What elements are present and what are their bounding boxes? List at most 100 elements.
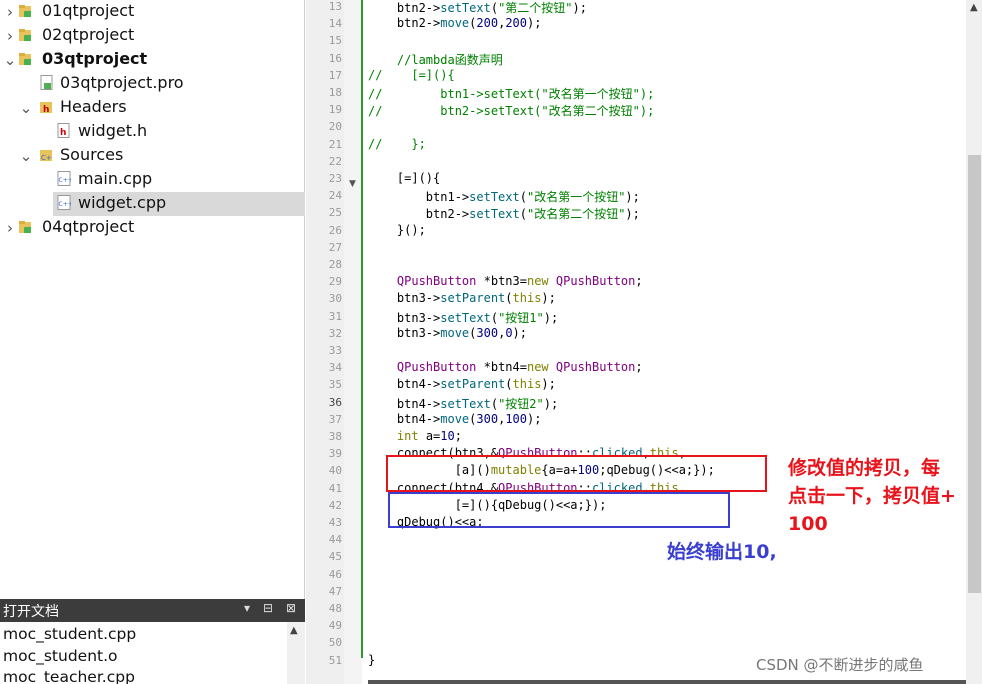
line-number: 42 [328,498,342,512]
cpp-file-icon: C++ [57,171,73,187]
code-line[interactable]: // btn2->setText("改名第二个按钮"); [368,102,654,119]
line-number: 21 [328,137,342,151]
open-documents-list: moc_student.cpp moc_student.o moc_teache… [0,622,305,684]
code-line[interactable]: btn3->setParent(this); [368,291,556,308]
fold-column: ▼ [344,0,362,684]
headers-folder-icon: h [40,99,54,115]
line-number: 51 [328,653,342,667]
code-editor[interactable]: 13 14 15 16 17 18 19 20 21 22 23 24 25 26 27 28 29 30 31 32… [306,0,982,684]
code-line[interactable]: btn3->setText("按钮1"); [368,309,558,326]
tree-item-label: Sources [60,145,124,164]
project-panel: › 01qtproject › 02qtproject ⌄ 03qtproject 03qt… [0,0,305,684]
code-line[interactable]: // [=](){ [368,68,455,85]
chevron-down-icon[interactable]: ⌄ [19,147,33,165]
line-number: 44 [328,533,342,547]
open-document-item[interactable]: moc_student.cpp [3,625,136,643]
line-number: 32 [328,326,342,340]
red-annotation-line: 点击一下，拷贝值+ [788,485,956,507]
line-number: 25 [328,206,342,220]
svg-text:h: h [60,128,66,138]
horizontal-scrollbar[interactable] [368,680,966,684]
code-line[interactable]: int a=10; [368,429,462,446]
tree-item[interactable]: C++ widget.cpp [53,192,305,216]
line-number: 15 [328,34,342,48]
code-line[interactable]: // btn1->setText("改名第一个按钮"); [368,85,654,102]
tree-item-label: 01qtproject [42,1,135,20]
tree-item-label: 03qtproject [42,49,148,68]
code-line[interactable]: }(); [368,223,426,240]
open-document-item[interactable]: moc_teacher.cpp [3,668,135,684]
close-pane-icon[interactable]: ⊠ [286,601,296,615]
tree-item[interactable]: h widget.h [0,120,305,144]
tree-item-label: Headers [60,97,127,116]
line-number: 24 [328,189,342,203]
tree-item[interactable]: › 01qtproject [0,0,305,24]
svg-text:C++: C++ [59,177,72,184]
code-line[interactable]: btn3->move(300,0); [368,326,527,343]
qt-project-folder-icon [19,3,33,19]
chevron-right-icon[interactable]: › [3,27,17,45]
tree-item[interactable]: › 02qtproject [0,24,305,48]
qt-project-folder-icon [19,51,33,67]
chevron-down-icon[interactable]: ⌄ [19,99,33,117]
tree-item[interactable]: 03qtproject.pro [0,72,305,96]
tree-item[interactable]: ⌄ C+ Sources [0,144,305,168]
code-line[interactable]: btn2->move(200,200); [368,16,542,33]
dropdown-icon[interactable]: ▾ [244,601,250,615]
tree-item-label: main.cpp [78,169,153,188]
line-number: 39 [328,447,342,461]
code-line[interactable]: btn2->setText("改名第二个按钮"); [368,205,640,222]
blue-highlight-box [388,492,730,528]
code-line[interactable]: btn4->setParent(this); [368,377,556,394]
blue-annotation: 始终输出10, [667,541,777,563]
code-line[interactable]: btn1->setText("改名第一个按钮"); [368,188,640,205]
chevron-down-icon[interactable]: ⌄ [3,51,17,69]
open-documents-scrollbar[interactable]: ▲ [287,622,305,684]
tree-item[interactable]: ⌄ 03qtproject [0,48,305,72]
line-number: 36 [328,395,342,409]
code-line[interactable]: btn2->setText("第二个按钮"); [368,0,587,16]
line-number: 13 [328,0,342,13]
fold-marker-icon[interactable]: ▼ [349,179,356,189]
red-highlight-box [386,455,767,492]
chevron-right-icon[interactable]: › [3,219,17,237]
code-area[interactable]: btn2->setText("第二个按钮"); btn2->move(200,2… [368,0,966,684]
code-line[interactable]: btn4->move(300,100); [368,412,542,429]
qt-project-folder-icon [19,27,33,43]
line-number: 46 [328,567,342,581]
cpp-file-icon: C++ [57,195,73,211]
line-number: 34 [328,361,342,375]
header-file-icon: h [57,123,71,139]
scroll-up-icon[interactable]: ▲ [970,2,978,13]
code-line[interactable]: [=](){ [368,171,440,188]
open-document-item[interactable]: moc_student.o [3,647,118,665]
qt-project-folder-icon [19,219,33,235]
line-number: 40 [328,464,342,478]
code-line[interactable]: // }; [368,137,426,154]
tree-item[interactable]: C++ main.cpp [0,168,305,192]
line-number: 50 [328,636,342,650]
tree-item[interactable]: › 04qtproject [0,216,305,240]
code-line[interactable]: QPushButton *btn3=new QPushButton; [368,274,643,291]
editor-vertical-scrollbar[interactable]: ▲ [966,0,982,684]
change-marker-bar [361,0,363,658]
code-line[interactable]: } [368,653,375,670]
chevron-right-icon[interactable]: › [3,3,17,21]
line-number: 14 [328,17,342,31]
split-icon[interactable]: ⊟ [263,601,273,615]
line-number: 16 [328,51,342,65]
line-number: 45 [328,550,342,564]
line-number: 37 [328,412,342,426]
line-number: 22 [328,154,342,168]
pro-file-icon [40,75,54,91]
line-number: 38 [328,430,342,443]
line-number: 28 [328,258,342,271]
tree-item[interactable]: ⌄ h Headers [0,96,305,120]
line-number: 29 [328,275,342,289]
svg-text:h: h [43,105,49,115]
code-line[interactable]: btn4->setText("按钮2"); [368,395,558,412]
code-line[interactable]: //lambda函数声明 [368,51,503,68]
scroll-up-icon[interactable]: ▲ [290,625,298,636]
code-line[interactable]: QPushButton *btn4=new QPushButton; [368,360,643,377]
line-number: 30 [328,292,342,306]
